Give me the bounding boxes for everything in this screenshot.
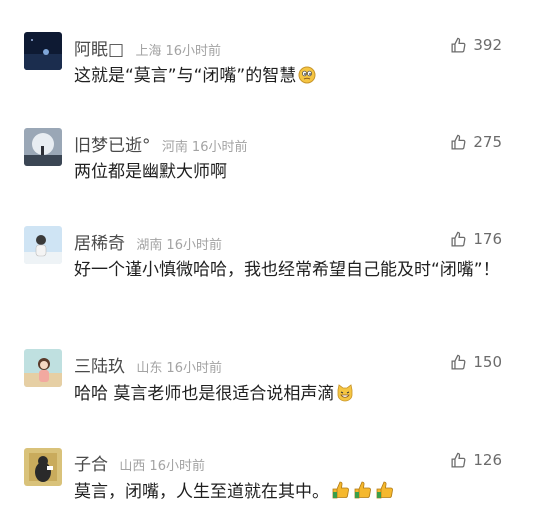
grinning-cat-emoji: [336, 383, 354, 412]
like-button[interactable]: 150: [450, 353, 502, 371]
timestamp: 16小时前: [166, 238, 222, 253]
thinking-face-emoji: [298, 65, 316, 94]
comment-header: 居稀奇 湖南 16小时前: [74, 229, 222, 254]
timestamp: 16小时前: [191, 140, 248, 155]
location: 山东: [136, 361, 163, 376]
timestamp: 16小时前: [149, 459, 205, 474]
thumbs-up-icon: [451, 452, 466, 468]
thumbs-up-icon: [451, 354, 466, 370]
location: 上海: [135, 44, 162, 59]
thumbs-up-icon: [451, 231, 466, 247]
timestamp: 16小时前: [166, 361, 222, 376]
comment-header: 阿眠□ 上海 16小时前: [74, 35, 221, 60]
like-count: 275: [473, 133, 502, 151]
username[interactable]: 三陆玖: [74, 357, 125, 377]
like-button[interactable]: 392: [450, 36, 502, 54]
username[interactable]: 居稀奇: [74, 234, 125, 254]
username[interactable]: 子合: [74, 455, 108, 475]
comment-text: 两位都是幽默大师啊: [74, 162, 227, 182]
avatar[interactable]: [24, 32, 62, 70]
username[interactable]: 旧梦已逝°: [74, 136, 151, 156]
avatar[interactable]: [24, 448, 62, 486]
like-count: 150: [473, 353, 502, 371]
timestamp: 16小时前: [165, 44, 222, 59]
like-count: 392: [473, 36, 502, 54]
comment-header: 子合 山西 16小时前: [74, 450, 205, 475]
comment-text: 哈哈 莫言老师也是很适合说相声滴: [74, 380, 504, 412]
comment-header: 三陆玖 山东 16小时前: [74, 352, 222, 377]
thumbs-up-icon: [451, 134, 466, 150]
comment-header: 旧梦已逝° 河南 16小时前: [74, 131, 247, 156]
thumbs-up-icon: [451, 37, 466, 53]
comment-text: 莫言，闭嘴，人生至道就在其中。: [74, 478, 504, 510]
location: 山西: [119, 459, 146, 474]
avatar[interactable]: [24, 349, 62, 387]
thumbs-up-emoji: [331, 480, 397, 510]
comment-text: 好一个谨小慎微哈哈，我也经常希望自己能及时“闭嘴”！: [74, 260, 500, 280]
like-button[interactable]: 126: [450, 451, 502, 469]
avatar[interactable]: [24, 226, 62, 264]
like-button[interactable]: 176: [450, 230, 502, 248]
username[interactable]: 阿眠□: [74, 40, 124, 60]
avatar[interactable]: [24, 128, 62, 166]
like-button[interactable]: 275: [450, 133, 502, 151]
comment-text: 这就是“莫言”与“闭嘴”的智慧: [74, 62, 504, 94]
location: 河南: [161, 140, 188, 155]
like-count: 176: [473, 230, 502, 248]
location: 湖南: [136, 238, 163, 253]
like-count: 126: [473, 451, 502, 469]
